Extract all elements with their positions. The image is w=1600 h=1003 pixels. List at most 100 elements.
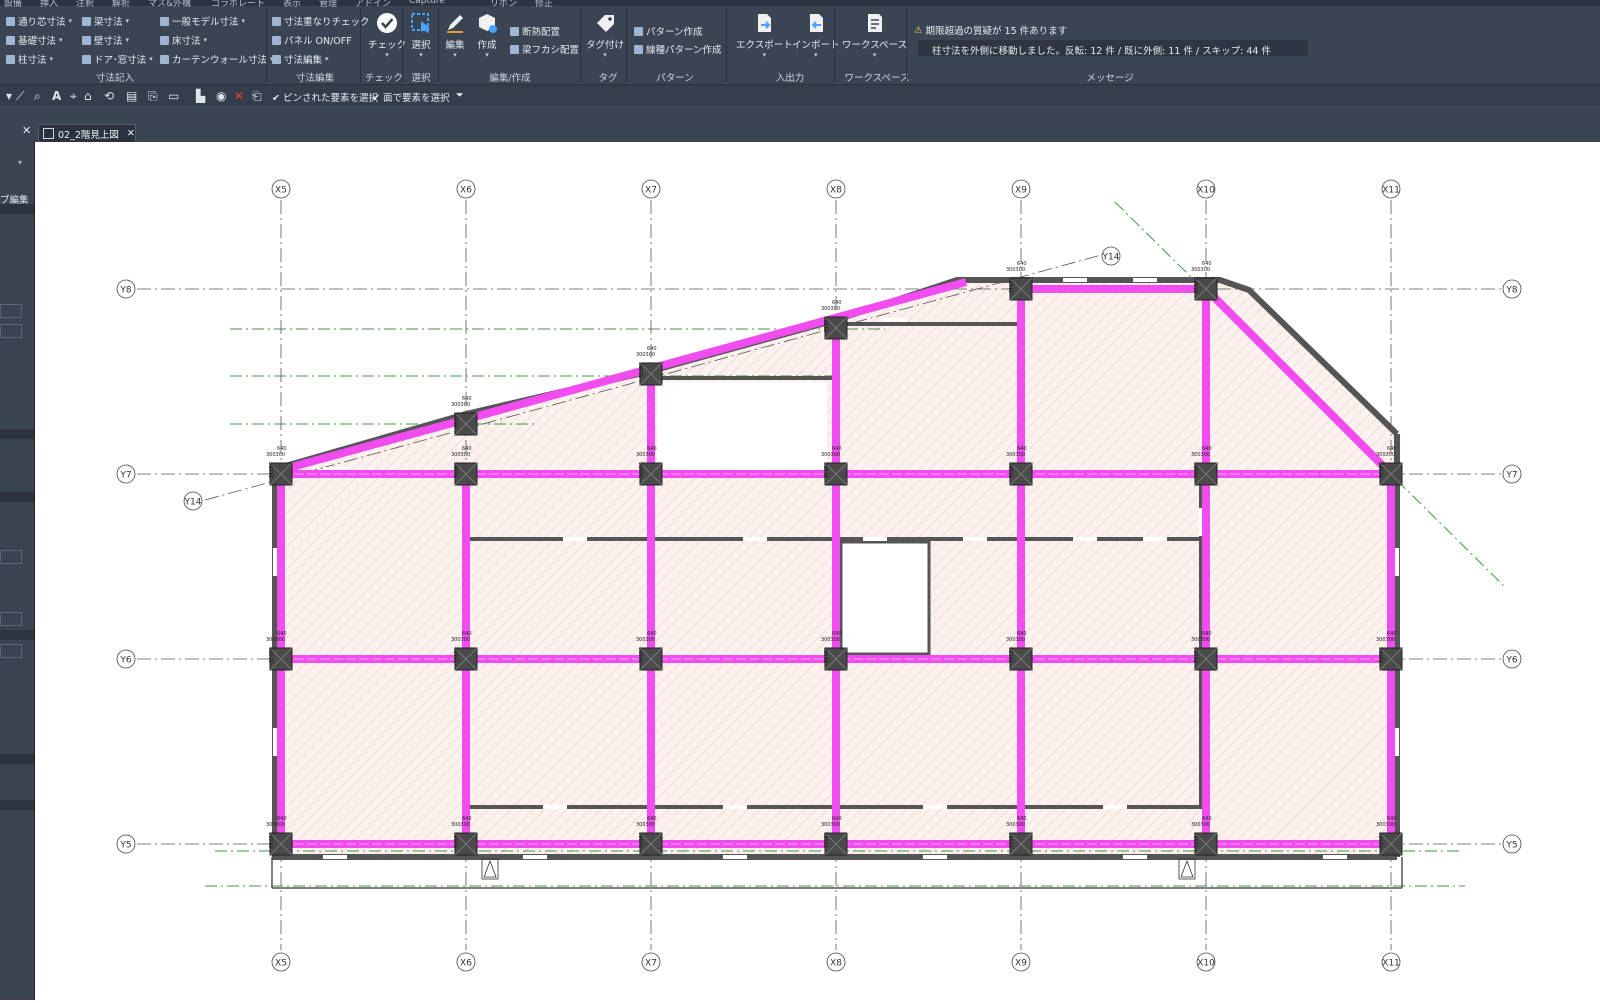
line-pattern-create-button[interactable]: 線種パターン作成	[634, 42, 722, 56]
text-icon[interactable]: A	[52, 89, 61, 103]
edit-button[interactable]: 編集 ▾	[444, 12, 466, 59]
grid-bubble-label: Y7	[119, 471, 131, 481]
sidebar-field[interactable]	[0, 644, 22, 658]
grid-bubble: Y7	[116, 464, 136, 484]
dim-label-top: 300300	[1006, 452, 1025, 458]
tag-small-icon[interactable]: ⌕	[34, 89, 41, 104]
menu-item[interactable]: 表示	[283, 0, 301, 9]
copy-icon[interactable]: ⎘	[148, 89, 158, 104]
dim-label-width: 640	[1202, 816, 1212, 822]
menu-item[interactable]: 管理	[319, 0, 337, 9]
menu-item[interactable]: リボン	[490, 0, 517, 9]
dim-label-top: 300300	[451, 637, 470, 643]
dim-label-side: 31020	[824, 316, 830, 332]
menu-item[interactable]: Capture	[409, 0, 445, 6]
grid-bubble: X6	[456, 179, 476, 199]
check-button[interactable]: チェック ▾	[368, 12, 406, 59]
close-red-icon[interactable]: ✕	[234, 89, 244, 103]
dim-label-top: 300300	[821, 452, 840, 458]
door-window-dim-button[interactable]: ドア･窓寸法 ▾	[82, 52, 153, 66]
dim-label-side: 31020	[454, 832, 460, 848]
chevron-down-icon[interactable]: ▾	[18, 158, 22, 167]
layout-icon[interactable]: ▤	[126, 89, 137, 103]
grid-bubble-label: X8	[830, 186, 842, 196]
generic-model-dim-button[interactable]: 一般モデル寸法 ▾	[160, 14, 245, 28]
dim-icon	[82, 16, 91, 26]
menu-item[interactable]: マス&外構	[148, 0, 191, 9]
beam-offset-place-button[interactable]: 梁フカシ配置	[510, 42, 579, 56]
select-button[interactable]: 選択 ▾	[410, 12, 432, 59]
window-opening	[1395, 728, 1399, 756]
align-icon[interactable]: ▙	[196, 89, 205, 103]
window-opening	[523, 855, 547, 859]
select-face-toggle[interactable]: ✔ 面で要素を選択	[372, 90, 450, 104]
menu-item[interactable]: 設備	[4, 0, 22, 9]
overdue-warning: ⚠ 期限超過の質疑が 15 件あります	[914, 24, 1068, 38]
close-tab-icon[interactable]: ✕	[127, 128, 135, 139]
column-dim-button[interactable]: 柱寸法 ▾	[6, 52, 53, 66]
window-opening	[563, 537, 587, 541]
menu-item[interactable]: 修正	[535, 0, 553, 9]
component-icon[interactable]: ◉	[216, 89, 226, 103]
import-button[interactable]: インポート ▾	[792, 12, 840, 59]
grid-dim-button[interactable]: 通り芯寸法 ▾	[6, 14, 72, 28]
dim-overlap-check-button[interactable]: 寸法重なりチェック	[272, 14, 370, 28]
home-icon[interactable]: ⌂	[84, 89, 92, 103]
sidebar-field[interactable]	[0, 612, 22, 626]
foundation-dim-button[interactable]: 基礎寸法 ▾	[6, 33, 63, 47]
create-button[interactable]: 作成 ▾	[476, 12, 498, 59]
curtainwall-dim-button[interactable]: カーテンウォール寸法▾	[160, 52, 274, 66]
sidebar-field[interactable]	[0, 304, 22, 318]
menu-item[interactable]: 挿入	[40, 0, 58, 9]
menu-item[interactable]: コラボレート	[211, 0, 265, 9]
drawing-canvas[interactable]: 300300 640 31020 300300 640 31020 300300 640 310…	[35, 142, 1600, 1000]
window-opening	[543, 805, 567, 809]
status-message: 柱寸法を外側に移動しました。反転: 12 件 / 既に外側: 11 件 / スキ…	[932, 46, 1271, 57]
dim-label-width: 640	[1017, 446, 1027, 452]
grid-bubble: Y14	[184, 491, 203, 511]
dim-label-side: 31020	[1194, 277, 1200, 293]
window-icon[interactable]: ▭	[168, 89, 179, 103]
dim-label-width: 640	[1017, 261, 1027, 267]
wall-dim-button[interactable]: 壁寸法 ▾	[82, 33, 129, 47]
dim-icon	[6, 16, 15, 26]
floor-plan[interactable]: 3003006403102030030064031020300300640310…	[35, 142, 1600, 1000]
measure-icon[interactable]: ⟋	[16, 89, 24, 104]
dropdown-arrow-icon[interactable]: ▾	[6, 89, 12, 103]
grid-bubble: X5	[271, 952, 291, 972]
floor-dim-button[interactable]: 床寸法 ▾	[160, 33, 207, 47]
duplicate-icon[interactable]: ⎗	[252, 89, 262, 104]
export-button[interactable]: エクスポート ▾	[736, 12, 793, 59]
beam-icon	[510, 44, 519, 54]
panel-toggle-button[interactable]: パネル ON/OFF	[272, 33, 352, 47]
dim-label-width: 640	[1017, 816, 1027, 822]
dim-label-width: 640	[277, 446, 287, 452]
grid-bubble-label: X9	[1015, 186, 1027, 196]
tag-button[interactable]: タグ付け ▾	[586, 12, 624, 59]
menu-item[interactable]: 解析	[112, 0, 130, 9]
dim-label-top: 300300	[451, 402, 470, 408]
dim-icon	[160, 35, 169, 45]
pattern-create-button[interactable]: パターン作成	[634, 24, 703, 38]
dim-label-side: 31020	[1009, 462, 1015, 478]
dim-label-top: 300300	[451, 822, 470, 828]
dim-edit-button[interactable]: 寸法編集 ▾	[272, 52, 329, 66]
workspace-button[interactable]: ワークスペース ▾	[842, 12, 907, 59]
insulation-place-button[interactable]: 断熱配置	[510, 24, 560, 38]
filter-icon[interactable]: ⏷	[456, 90, 464, 101]
pin-icon[interactable]: ⌖	[70, 89, 77, 104]
select-pinned-toggle[interactable]: ✔ ピンされた要素を選択	[272, 90, 378, 104]
window-opening	[1103, 805, 1127, 809]
sidebar-field[interactable]	[0, 550, 22, 564]
menu-item[interactable]: 注釈	[76, 0, 94, 9]
close-panel-icon[interactable]: ✕	[22, 124, 31, 137]
dim-icon	[82, 35, 91, 45]
tab-view[interactable]: 02_2階見上図 ✕	[38, 124, 136, 142]
dim-label-side: 31020	[1379, 462, 1385, 478]
dim-label-top: 300300	[636, 637, 655, 643]
sidebar-field[interactable]	[0, 324, 22, 338]
group-label-pattern: パターン	[656, 73, 694, 84]
grid-bubble-label: Y14	[1102, 253, 1120, 263]
sync-icon[interactable]: ⟲	[104, 89, 114, 103]
beam-dim-button[interactable]: 梁寸法 ▾	[82, 14, 129, 28]
